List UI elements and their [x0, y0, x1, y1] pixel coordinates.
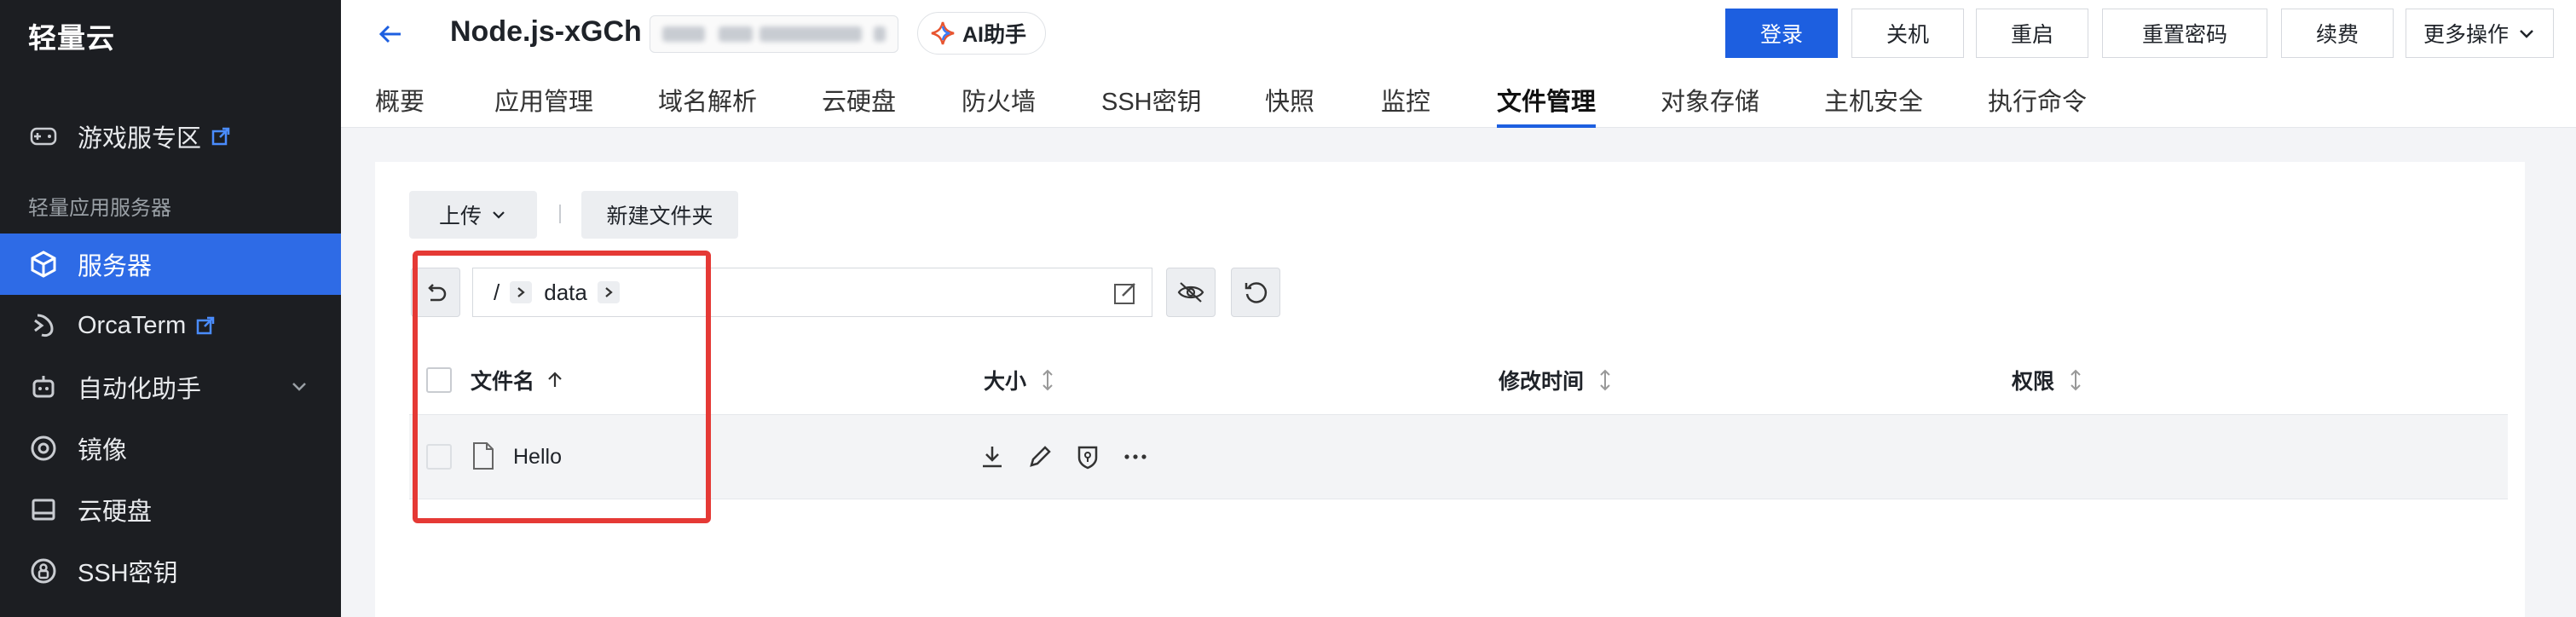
column-permission-label: 权限 — [2012, 370, 2055, 394]
toggle-hidden-files-button[interactable] — [1166, 268, 1216, 317]
annotation-highlight-box — [413, 251, 711, 523]
sidebar-item-label: OrcaTerm — [78, 311, 187, 339]
tab-ssh-keys[interactable]: SSH密钥 — [1101, 82, 1265, 128]
edit-path-icon[interactable] — [1112, 280, 1138, 306]
renew-button[interactable]: 续费 — [2281, 9, 2394, 58]
back-arrow-icon[interactable] — [373, 17, 407, 51]
column-modified-label: 修改时间 — [1499, 370, 1585, 394]
gamepad-icon — [28, 121, 59, 152]
tab-cloud-disk[interactable]: 云硬盘 — [822, 82, 962, 128]
sort-icon — [2071, 369, 2081, 391]
sidebar-section-label: 轻量应用服务器 — [28, 197, 171, 220]
external-link-icon — [211, 127, 230, 146]
eye-off-icon — [1177, 282, 1204, 303]
terminal-icon — [28, 310, 59, 341]
refresh-button[interactable] — [1231, 268, 1280, 317]
tab-object-storage[interactable]: 对象存储 — [1661, 82, 1824, 128]
tab-firewall[interactable]: 防火墙 — [962, 82, 1101, 128]
external-link-icon — [197, 316, 215, 335]
column-header-modified[interactable]: 修改时间 — [1499, 365, 1614, 395]
sort-icon — [1043, 369, 1053, 391]
sidebar-item-label: SSH密钥 — [78, 560, 178, 587]
ip-address-masked — [650, 15, 898, 53]
more-actions-button[interactable]: 更多操作 — [2406, 9, 2554, 58]
shutdown-button[interactable]: 关机 — [1851, 9, 1964, 58]
tab-bar: 概要 应用管理 域名解析 云硬盘 防火墙 SSH密钥 快照 监控 文件管理 对象… — [375, 82, 2124, 128]
permission-shield-icon[interactable] — [1074, 443, 1101, 470]
tab-monitoring[interactable]: 监控 — [1381, 82, 1497, 128]
upload-label: 上传 — [438, 205, 482, 228]
tab-snapshot[interactable]: 快照 — [1265, 82, 1381, 128]
column-size-label: 大小 — [984, 370, 1027, 394]
tab-app-management[interactable]: 应用管理 — [494, 82, 658, 128]
chevron-down-icon — [493, 211, 505, 219]
sidebar-item-cloud-disk[interactable]: 云硬盘 — [0, 479, 341, 540]
sidebar-item-label: 服务器 — [78, 253, 153, 280]
restart-button[interactable]: 重启 — [1976, 9, 2088, 58]
ai-assistant-label: AI助手 — [962, 23, 1027, 47]
reset-password-button[interactable]: 重置密码 — [2102, 9, 2267, 58]
tab-dns[interactable]: 域名解析 — [658, 82, 822, 128]
more-options-icon[interactable] — [1122, 443, 1149, 470]
chevron-down-icon — [2520, 30, 2533, 38]
sidebar: 轻量云 游戏服专区 轻量应用服务器 服务器 OrcaTerm 自动化助手 镜像 — [0, 0, 341, 617]
column-header-permission[interactable]: 权限 — [2012, 365, 2085, 395]
sidebar-item-label: 镜像 — [78, 437, 128, 464]
sidebar-item-label: 云硬盘 — [78, 499, 153, 526]
toolbar-divider — [559, 205, 561, 223]
sidebar-item-ssh-keys[interactable]: SSH密钥 — [0, 540, 341, 602]
tab-file-management[interactable]: 文件管理 — [1497, 82, 1596, 128]
sort-icon — [1600, 369, 1610, 391]
sidebar-item-images[interactable]: 镜像 — [0, 418, 341, 479]
sidebar-item-servers[interactable]: 服务器 — [0, 234, 341, 295]
brand-title: 轻量云 — [28, 22, 115, 54]
login-button[interactable]: 登录 — [1725, 9, 1838, 58]
instance-header: Node.js-xGCh AI助手 登录 关机 重启 重置密码 续费 更多操作 … — [341, 0, 2576, 128]
disk-icon — [28, 494, 59, 525]
ai-assistant-button[interactable]: AI助手 — [917, 12, 1047, 55]
refresh-icon — [1245, 282, 1268, 303]
tab-host-security[interactable]: 主机安全 — [1824, 82, 1988, 128]
chevron-down-icon — [292, 383, 306, 391]
sidebar-item-label: 游戏服专区 — [78, 125, 202, 153]
cube-icon — [28, 249, 59, 280]
ai-sparkle-icon — [931, 21, 955, 45]
instance-name: Node.js-xGCh — [450, 15, 642, 48]
download-icon[interactable] — [979, 443, 1006, 470]
key-icon — [28, 556, 59, 586]
image-disc-icon — [28, 433, 59, 464]
more-actions-label: 更多操作 — [2423, 23, 2509, 47]
column-header-size[interactable]: 大小 — [984, 365, 1057, 395]
sidebar-item-label: 自动化助手 — [78, 376, 202, 403]
tab-run-command[interactable]: 执行命令 — [1988, 82, 2124, 128]
edit-icon[interactable] — [1026, 443, 1054, 470]
tab-overview[interactable]: 概要 — [375, 82, 494, 128]
sidebar-item-game-servers[interactable]: 游戏服专区 — [0, 106, 341, 167]
robot-icon — [28, 372, 59, 402]
sidebar-item-automation[interactable]: 自动化助手 — [0, 356, 341, 418]
table-row[interactable] — [409, 414, 2508, 499]
sidebar-item-orcaterm[interactable]: OrcaTerm — [0, 295, 341, 356]
upload-button[interactable]: 上传 — [409, 191, 537, 239]
new-folder-button[interactable]: 新建文件夹 — [581, 191, 738, 239]
